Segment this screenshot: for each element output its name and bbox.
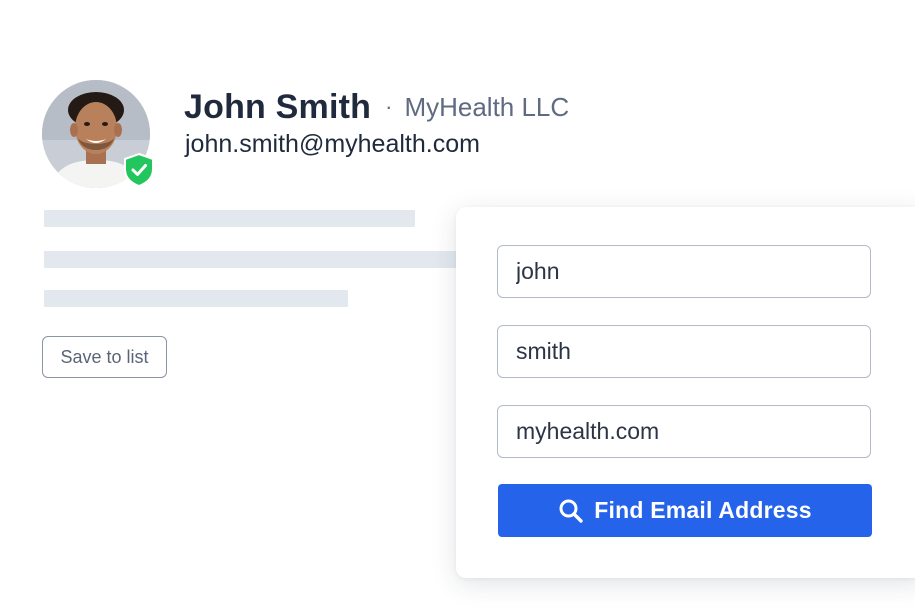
profile-heading: John Smith · MyHealth LLC bbox=[184, 84, 569, 130]
placeholder-line bbox=[44, 210, 415, 227]
person-name: John Smith bbox=[184, 87, 372, 126]
placeholder-line bbox=[44, 251, 464, 268]
page: John Smith · MyHealth LLC john.smith@myh… bbox=[0, 0, 915, 612]
name-separator: · bbox=[385, 94, 393, 119]
placeholder-line bbox=[44, 290, 348, 307]
person-email: john.smith@myhealth.com bbox=[185, 130, 480, 158]
last-name-field[interactable] bbox=[497, 325, 871, 378]
domain-field[interactable] bbox=[497, 405, 871, 458]
avatar-container bbox=[42, 80, 154, 188]
find-email-button[interactable]: Find Email Address bbox=[498, 484, 872, 537]
find-email-label: Find Email Address bbox=[594, 497, 812, 523]
save-to-list-button[interactable]: Save to list bbox=[42, 336, 167, 378]
first-name-field[interactable] bbox=[497, 245, 871, 298]
shield-check-icon bbox=[122, 152, 156, 188]
email-finder-card: Find Email Address bbox=[456, 207, 915, 578]
search-icon bbox=[558, 498, 584, 524]
company-name: MyHealth LLC bbox=[404, 91, 570, 122]
